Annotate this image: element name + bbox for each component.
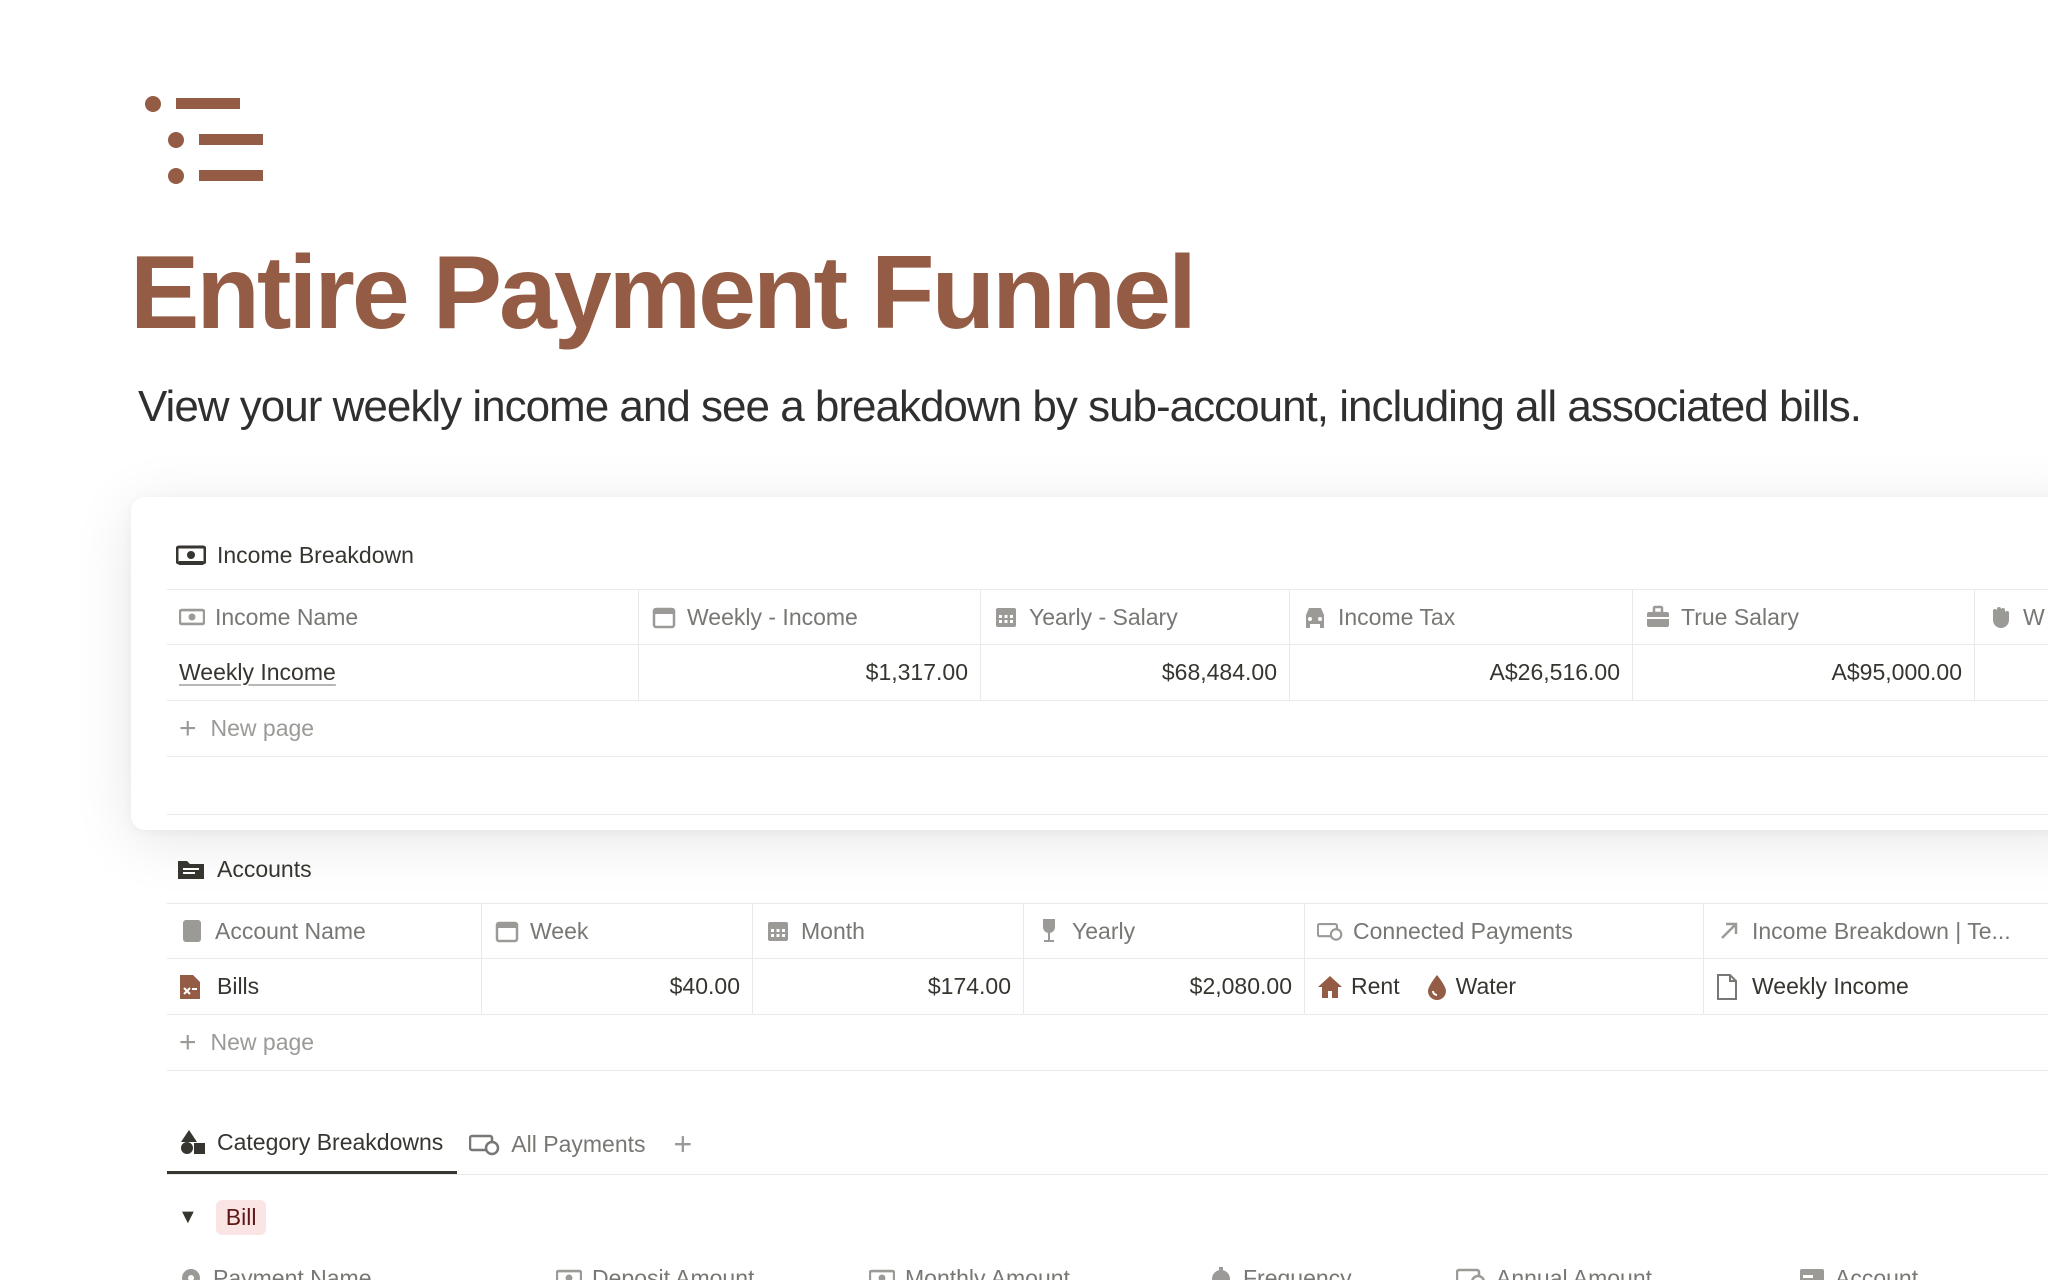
- payment-link-rent[interactable]: Rent: [1317, 973, 1400, 1000]
- shapes-icon: [181, 1130, 205, 1154]
- toggle-triangle-icon[interactable]: ▼: [178, 1206, 198, 1229]
- column-header-true-salary[interactable]: True Salary: [1633, 590, 1975, 644]
- column-header-connected-payments[interactable]: Connected Payments: [1305, 904, 1704, 958]
- yearly-salary-cell[interactable]: $68,484.00: [981, 645, 1290, 700]
- bills-table-header: Payment Name Deposit Amount Monthly Amou…: [167, 1258, 2027, 1280]
- new-page-button[interactable]: + New page: [167, 701, 2048, 757]
- column-header-month[interactable]: Month: [753, 904, 1024, 958]
- calendar-icon: [494, 918, 520, 944]
- column-header-frequency[interactable]: Frequency: [1197, 1258, 1444, 1280]
- table-row[interactable]: Bills $40.00 $174.00 $2,080.00 Rent Wate…: [167, 959, 2048, 1015]
- document-spreadsheet-icon: [179, 974, 205, 1000]
- column-header-yearly-salary[interactable]: Yearly - Salary: [981, 590, 1290, 644]
- tab-category-breakdowns[interactable]: Category Breakdowns: [167, 1113, 458, 1174]
- new-page-button[interactable]: + New page: [167, 1015, 2048, 1071]
- table-header-row: Income Name Weekly - Income Yearly - Sal…: [167, 589, 2048, 645]
- income-table: Income Name Weekly - Income Yearly - Sal…: [167, 589, 2048, 815]
- accounts-title[interactable]: Accounts: [175, 853, 312, 885]
- truncated-cell[interactable]: [1975, 645, 2048, 700]
- book-icon: [179, 918, 205, 944]
- calendar-grid-icon: [765, 918, 791, 944]
- accounts-table: Account Name Week Month Yearly Connected…: [167, 903, 2048, 1071]
- payment-link-water[interactable]: Water: [1426, 973, 1516, 1000]
- column-header-monthly-amount[interactable]: Monthly Amount: [857, 1258, 1197, 1280]
- hand-icon: [1987, 604, 2013, 630]
- column-header-income-name[interactable]: Income Name: [167, 590, 639, 644]
- tab-all-payments[interactable]: All Payments: [457, 1114, 659, 1174]
- page-icon: [1717, 973, 1737, 1000]
- view-tabs: Category Breakdowns All Payments +: [167, 1114, 2048, 1175]
- payment-icon: [469, 1134, 500, 1156]
- column-header-yearly[interactable]: Yearly: [1024, 904, 1305, 958]
- payment-icon: [1317, 918, 1343, 944]
- column-header-week[interactable]: Week: [482, 904, 753, 958]
- column-header-deposit-amount[interactable]: Deposit Amount: [544, 1258, 857, 1280]
- column-header-payment-name[interactable]: Payment Name: [167, 1258, 544, 1280]
- column-header-annual-amount[interactable]: Annual Amount: [1444, 1258, 1787, 1280]
- income-name-cell[interactable]: Weekly Income: [167, 645, 639, 700]
- arrow-up-right-icon: [1716, 918, 1742, 944]
- table-header-row: Account Name Week Month Yearly Connected…: [167, 903, 2048, 959]
- money-icon: [556, 1269, 582, 1280]
- add-view-button[interactable]: +: [660, 1114, 707, 1174]
- plus-icon: +: [179, 711, 197, 745]
- true-salary-cell[interactable]: A$95,000.00: [1633, 645, 1975, 700]
- week-cell[interactable]: $40.00: [482, 959, 753, 1014]
- money-icon: [869, 1269, 895, 1280]
- page-description: View your weekly income and see a breakd…: [138, 382, 1862, 431]
- timer-icon: [1212, 1267, 1230, 1280]
- column-header-account[interactable]: Account: [1787, 1258, 2027, 1280]
- payment-icon: [1456, 1268, 1485, 1280]
- house-icon: [1318, 975, 1342, 998]
- weekly-income-cell[interactable]: $1,317.00: [639, 645, 981, 700]
- month-cell[interactable]: $174.00: [753, 959, 1024, 1014]
- column-header-truncated[interactable]: W: [1975, 590, 2048, 644]
- calendar-grid-icon: [993, 604, 1019, 630]
- money-icon: [175, 539, 207, 571]
- group-tag-bill: Bill: [215, 1200, 267, 1235]
- column-header-income-tax[interactable]: Income Tax: [1290, 590, 1633, 644]
- income-breakdown-link-cell[interactable]: Weekly Income: [1704, 959, 2048, 1014]
- column-header-weekly-income[interactable]: Weekly - Income: [639, 590, 981, 644]
- gear-icon: [182, 1269, 200, 1280]
- calendar-icon: [651, 604, 677, 630]
- table-footer: [167, 757, 2048, 815]
- bullet-list-icon: [145, 96, 263, 184]
- connected-payments-cell[interactable]: Rent Water: [1305, 959, 1704, 1014]
- income-breakdown-title[interactable]: Income Breakdown: [175, 539, 414, 571]
- column-header-account-name[interactable]: Account Name: [167, 904, 482, 958]
- plus-icon: +: [179, 1025, 197, 1059]
- group-header-bill[interactable]: ▼ Bill: [178, 1200, 267, 1235]
- account-name-cell[interactable]: Bills: [167, 959, 482, 1014]
- income-tax-cell[interactable]: A$26,516.00: [1290, 645, 1633, 700]
- folder-icon: [175, 853, 207, 885]
- page-title: Entire Payment Funnel: [130, 235, 1197, 351]
- yearly-cell[interactable]: $2,080.00: [1024, 959, 1305, 1014]
- account-icon: [1800, 1269, 1824, 1280]
- money-icon: [179, 604, 205, 630]
- column-header-income-breakdown[interactable]: Income Breakdown | Te...: [1704, 904, 2048, 958]
- water-drop-icon: [1427, 974, 1446, 1000]
- car-icon: [1302, 604, 1328, 630]
- wine-glass-icon: [1036, 918, 1062, 944]
- table-row[interactable]: Weekly Income $1,317.00 $68,484.00 A$26,…: [167, 645, 2048, 701]
- briefcase-icon: [1645, 604, 1671, 630]
